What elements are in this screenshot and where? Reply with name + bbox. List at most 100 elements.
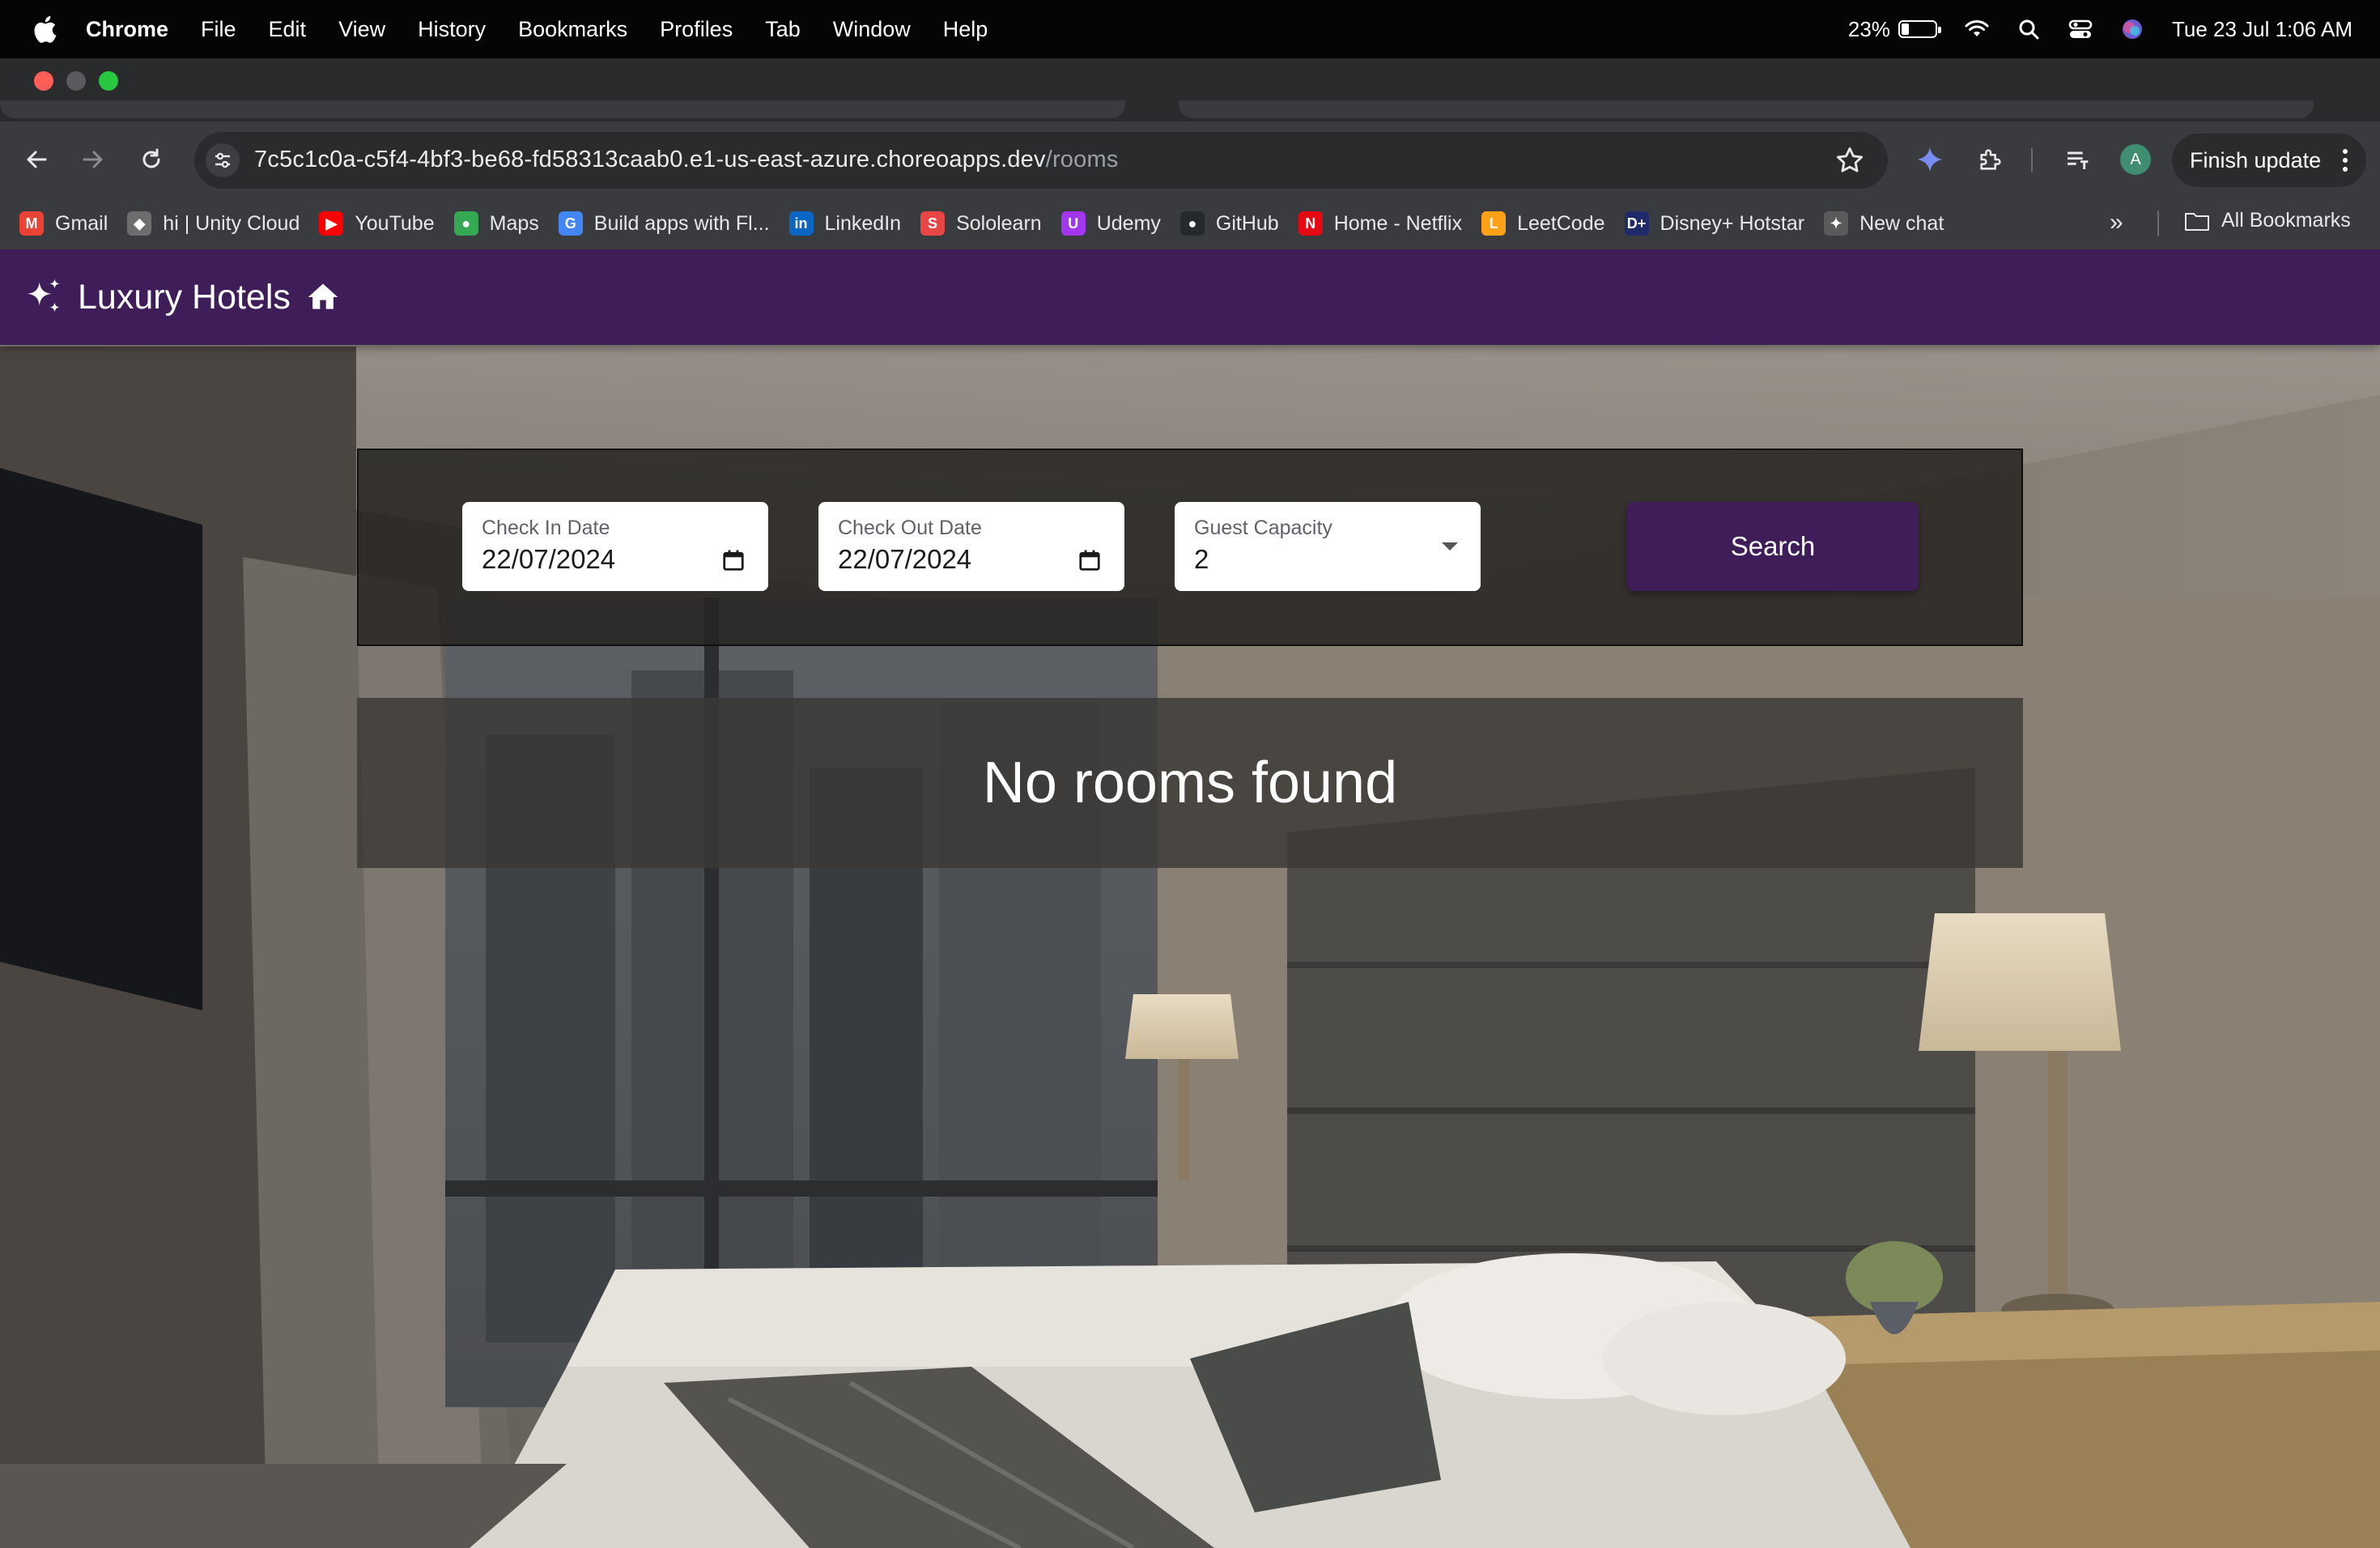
linkedin-icon: in [788, 211, 814, 236]
folder-icon [2185, 212, 2209, 231]
bookmark-label: LinkedIn [824, 211, 902, 235]
bookmark-item[interactable]: U Udemy [1060, 211, 1161, 236]
bookmark-label: Sololearn [956, 211, 1042, 235]
bookmark-item[interactable]: L LeetCode [1481, 211, 1605, 236]
battery-status[interactable]: 23% [1847, 16, 1941, 42]
calendar-icon[interactable] [721, 547, 746, 573]
guest-capacity-value[interactable]: 2 [1194, 544, 1209, 575]
minimize-window-button[interactable] [66, 71, 86, 91]
menu-history[interactable]: History [418, 17, 486, 42]
spotlight-search-icon[interactable] [2017, 17, 2041, 41]
zoom-window-button[interactable] [99, 71, 118, 91]
bookmark-label: Gmail [55, 211, 108, 235]
macos-menu-bar: Chrome File Edit View History Bookmarks … [0, 0, 2380, 58]
search-button[interactable]: Search [1627, 502, 1919, 591]
bookmark-item[interactable]: ▶ YouTube [319, 211, 435, 236]
finish-update-label: Finish update [2190, 147, 2322, 172]
menu-tab[interactable]: Tab [765, 17, 801, 42]
bookmark-item[interactable]: M Gmail [19, 211, 108, 236]
window-titlebar [0, 58, 2380, 104]
menu-help[interactable]: Help [943, 17, 988, 42]
bookmark-label: Maps [489, 211, 539, 235]
address-bar[interactable]: 7c5c1c0a-c5f4-4bf3-be68-fd58313caab0.e1-… [194, 132, 1888, 189]
wifi-icon[interactable] [1965, 17, 1989, 41]
home-icon[interactable] [305, 279, 341, 315]
tab-background[interactable] [0, 100, 1125, 118]
toolbar-divider [2031, 148, 2033, 172]
menu-edit[interactable]: Edit [269, 17, 307, 42]
bookmark-label: Disney+ Hotstar [1660, 211, 1805, 235]
menubar-clock[interactable]: Tue 23 Jul 1:06 AM [2172, 17, 2352, 42]
gmail-icon: M [19, 211, 44, 236]
apple-logo-icon[interactable] [31, 15, 58, 44]
menu-window[interactable]: Window [833, 17, 911, 42]
url-host: 7c5c1c0a-c5f4-4bf3-be68-fd58313caab0.e1-… [254, 147, 1046, 172]
gemini-sparkle-icon[interactable] [1913, 142, 1947, 176]
bookmark-item[interactable]: in LinkedIn [788, 211, 902, 236]
battery-icon [1898, 20, 1941, 38]
bookmark-item[interactable]: D+ Disney+ Hotstar [1624, 211, 1805, 236]
url-path: /rooms [1045, 147, 1119, 172]
sololearn-icon: S [920, 211, 946, 236]
check-in-label: Check In Date [482, 517, 610, 539]
guest-capacity-label: Guest Capacity [1194, 517, 1332, 539]
maps-icon: ● [453, 211, 478, 236]
guest-capacity-select[interactable]: Guest Capacity 2 [1175, 502, 1481, 591]
bookmark-label: New chat [1859, 211, 1944, 235]
tab-active[interactable] [1179, 100, 2314, 118]
bookmark-item[interactable]: G Build apps with Fl... [558, 211, 770, 236]
bookmark-label: GitHub [1215, 211, 1279, 235]
calendar-icon[interactable] [1077, 547, 1102, 573]
menu-profiles[interactable]: Profiles [660, 17, 733, 42]
menu-file[interactable]: File [201, 17, 236, 42]
bookmark-item[interactable]: ● Maps [453, 211, 539, 236]
finish-update-button[interactable]: Finish update [2172, 134, 2366, 187]
menu-view[interactable]: View [338, 17, 385, 42]
all-bookmarks-button[interactable]: All Bookmarks [2184, 209, 2351, 232]
bookmark-item[interactable]: S Sololearn [920, 211, 1042, 236]
brand-title[interactable]: Luxury Hotels [78, 278, 291, 317]
room-search-panel: Check In Date 22/07/2024 Check Out Date … [357, 449, 2023, 646]
udemy-icon: U [1060, 211, 1086, 236]
no-rooms-message: No rooms found [982, 751, 1398, 815]
menu-bookmarks[interactable]: Bookmarks [518, 17, 627, 42]
extensions-icon[interactable] [1974, 142, 2008, 176]
check-out-value[interactable]: 22/07/2024 [838, 544, 971, 575]
control-center-icon[interactable] [2068, 17, 2093, 41]
site-info-icon[interactable] [206, 143, 240, 177]
battery-percent: 23% [1847, 16, 1890, 41]
bookmark-item[interactable]: ✦ New chat [1824, 211, 1944, 236]
bookmark-label: Build apps with Fl... [593, 211, 770, 235]
sparkle-logo-icon[interactable] [24, 277, 65, 317]
hotel-room-background-image [0, 249, 2380, 1548]
leetcode-icon: L [1481, 211, 1507, 236]
github-icon: ● [1179, 211, 1205, 236]
profile-avatar[interactable]: A [2120, 144, 2151, 175]
bookmark-label: YouTube [355, 211, 435, 235]
bookmark-label: Udemy [1096, 211, 1161, 235]
bookmark-item[interactable]: N Home - Netflix [1298, 211, 1462, 236]
search-results-panel: No rooms found [357, 698, 2023, 868]
chatgpt-icon: ✦ [1824, 211, 1849, 236]
bookmark-star-icon[interactable] [1834, 145, 1865, 176]
bookmarks-overflow-chevron-icon[interactable]: » [2110, 209, 2123, 236]
back-button[interactable] [19, 142, 53, 176]
bookmark-item[interactable]: ● GitHub [1179, 211, 1279, 236]
check-out-date-field[interactable]: Check Out Date 22/07/2024 [818, 502, 1124, 591]
url-text[interactable]: 7c5c1c0a-c5f4-4bf3-be68-fd58313caab0.e1-… [254, 147, 1119, 173]
siri-icon[interactable] [2120, 17, 2144, 41]
forward-button[interactable] [76, 142, 110, 176]
youtube-icon: ▶ [319, 211, 344, 236]
reload-button[interactable] [134, 142, 168, 176]
menu-app-name[interactable]: Chrome [86, 17, 168, 42]
google-icon: G [558, 211, 583, 236]
check-in-value[interactable]: 22/07/2024 [482, 544, 615, 575]
close-window-button[interactable] [34, 71, 53, 91]
check-in-date-field[interactable]: Check In Date 22/07/2024 [462, 502, 768, 591]
bookmark-label: hi | Unity Cloud [163, 211, 300, 235]
reading-list-icon[interactable] [2060, 142, 2094, 176]
unity-icon: ◆ [127, 211, 152, 236]
bookmarks-bar: M Gmail ◆ hi | Unity Cloud ▶ YouTube ● Maps G Bui… [0, 198, 2380, 249]
dropdown-caret-icon[interactable] [1442, 542, 1458, 551]
bookmark-item[interactable]: ◆ hi | Unity Cloud [127, 211, 300, 236]
